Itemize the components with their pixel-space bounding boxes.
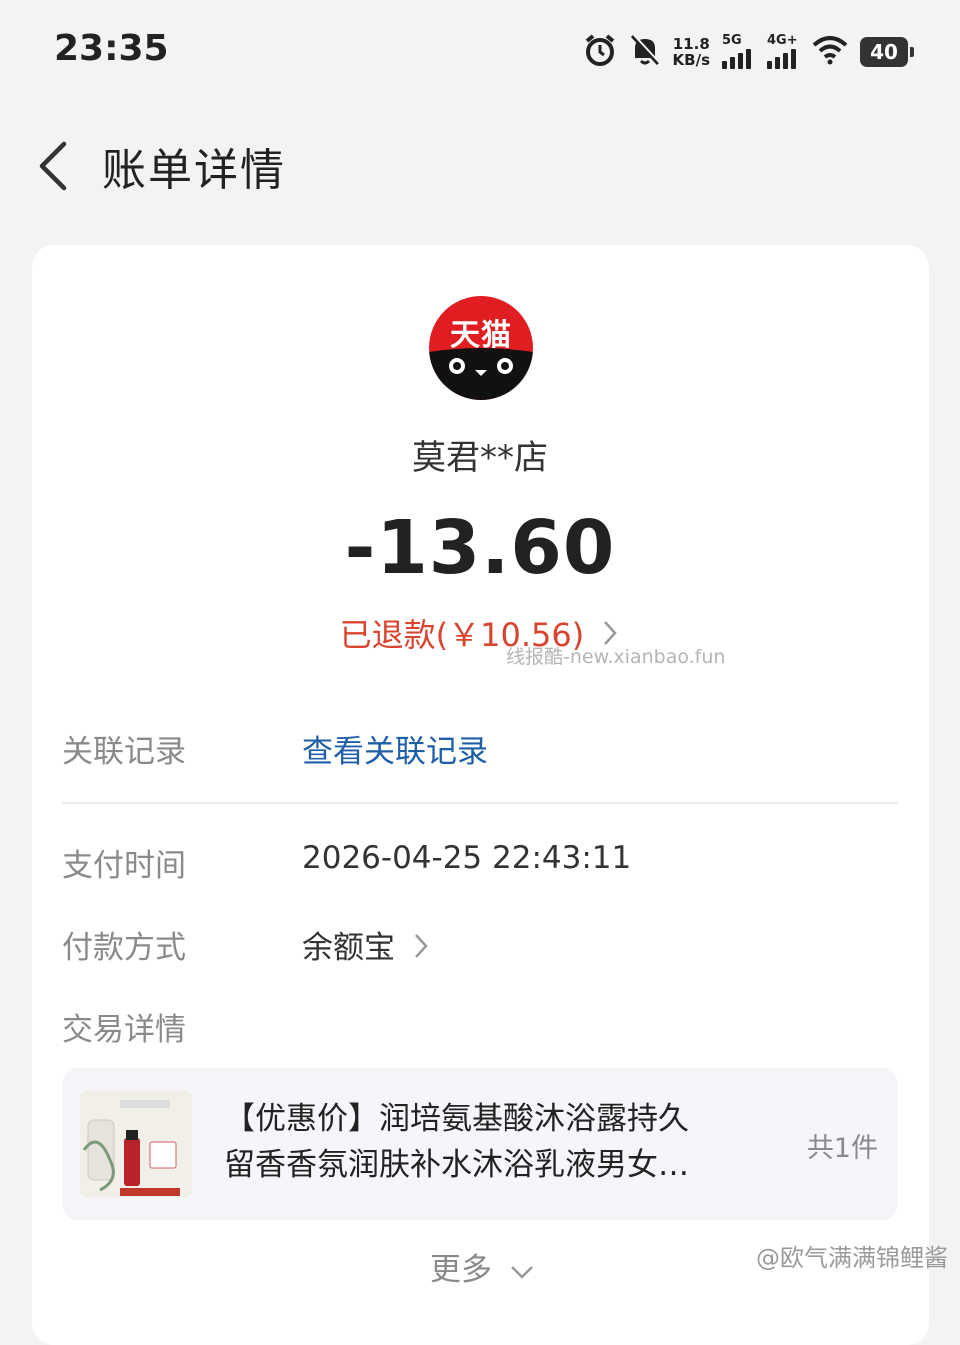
signal-icon: 5G [722,33,755,69]
network-type-1: 5G [722,33,742,48]
pay-method-label: 付款方式 [62,930,186,966]
net-speed-value: 11.8 [672,35,710,53]
alarm-icon [583,33,617,71]
status-bar: 23:35 11.8 KB/s 5G 4G+ 40 [0,0,960,100]
trade-detail-label: 交易详情 [62,1012,186,1048]
status-time: 23:35 [54,28,169,69]
tmall-logo: 天猫 [429,296,533,400]
product-count: 共1件 [806,1133,878,1164]
watermark: 线报酷-new.xianbao.fun [506,646,726,668]
net-speed: 11.8 KB/s [673,36,710,68]
related-record-label: 关联记录 [62,734,186,770]
net-speed-unit: KB/s [672,51,710,69]
network-type-2: 4G+ [767,33,798,48]
product-title-line-1: 【优惠价】润培氨基酸沐浴露持久 [224,1101,689,1137]
product-title-line-2: 留香香氛润肤补水沐浴乳液男女… [224,1147,689,1183]
header: 账单详情 [0,120,960,210]
chevron-down-icon [508,1254,536,1290]
merchant-name: 莫君**店 [412,438,548,478]
battery-icon: 40 [860,37,914,67]
bill-amount: -13.60 [344,505,616,591]
refund-status-link[interactable]: 已退款(￥10.56) [0,610,960,656]
page-title: 账单详情 [102,145,286,196]
chevron-right-icon [411,931,431,969]
view-related-record-link[interactable]: 查看关联记录 [302,726,488,771]
pay-method-value: 余额宝 [302,930,395,966]
product-item[interactable]: 【优惠价】润培氨基酸沐浴露持久 留香香氛润肤补水沐浴乳液男女… 共1件 [62,1068,898,1220]
more-label: 更多 [430,1252,492,1288]
pay-time-value: 2026-04-25 22:43:11 [302,840,632,876]
back-button[interactable] [30,134,90,194]
more-button[interactable]: 更多 [430,1244,536,1290]
mute-icon [629,33,661,71]
product-title: 【优惠价】润培氨基酸沐浴露持久 留香香氛润肤补水沐浴乳液男女… [224,1096,744,1188]
pay-method-link[interactable]: 余额宝 [302,922,431,969]
pay-time-label: 支付时间 [62,848,186,884]
status-icons: 11.8 KB/s 5G 4G+ 40 [583,30,914,74]
wifi-icon [812,35,848,69]
weibo-credit: @欧气满满锦鲤酱 [756,1244,948,1272]
chevron-left-icon [39,141,67,191]
product-image [80,1090,192,1198]
cat-face-icon [429,348,533,400]
signal-icon-2: 4G+ [767,33,800,69]
divider [62,802,898,804]
